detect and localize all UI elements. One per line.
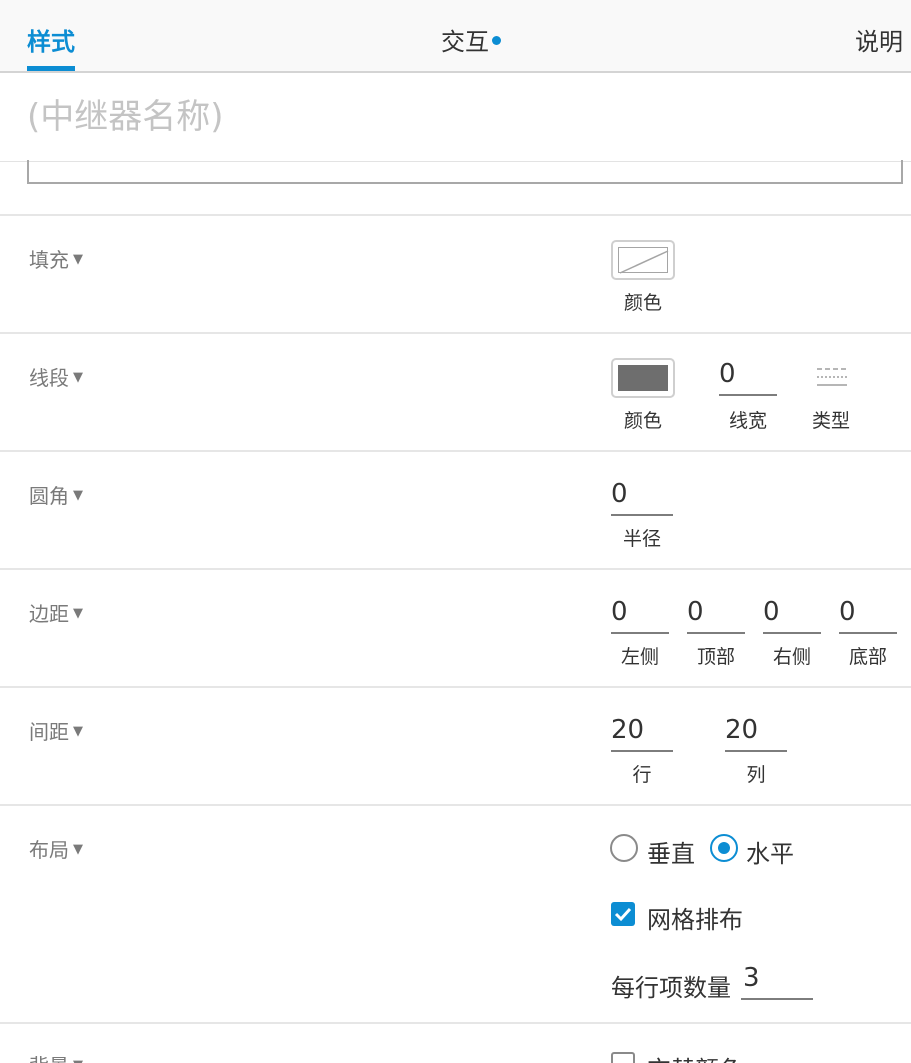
layout-label: 布局	[29, 838, 69, 862]
column-spacing-input[interactable]: 20	[725, 712, 787, 752]
column-spacing-caption: 列	[746, 764, 766, 786]
grid-layout-label: 网格排布	[647, 906, 743, 934]
padding-left-input[interactable]: 0	[611, 594, 669, 634]
fill-label: 填充	[29, 248, 69, 272]
caret-down-icon: ▼	[73, 1058, 83, 1063]
caret-down-icon: ▼	[73, 488, 83, 503]
corner-radius-caption: 半径	[622, 528, 661, 550]
corner-label: 圆角	[29, 484, 69, 508]
items-per-row-input[interactable]: 3	[741, 960, 813, 1000]
stroke-label: 线段	[29, 366, 69, 390]
padding-section-toggle[interactable]: 边距 ▼	[29, 598, 83, 627]
padding-left-caption: 左侧	[620, 646, 659, 668]
items-per-row-label: 每行项数量	[611, 974, 731, 1002]
padding-bottom-caption: 底部	[848, 646, 887, 668]
background-section-toggle[interactable]: 背景 ▼	[29, 1050, 83, 1063]
fill-section: 填充 ▼ 颜色	[0, 214, 911, 332]
spacing-section-toggle[interactable]: 间距 ▼	[29, 716, 83, 745]
background-section: 背景 ▼ 交替颜色	[0, 1022, 911, 1063]
horizontal-radio[interactable]	[710, 834, 738, 862]
description-textarea[interactable]	[27, 160, 903, 184]
padding-right-caption: 右侧	[772, 646, 811, 668]
spacing-section: 间距 ▼ 20 行 20 列	[0, 686, 911, 804]
stroke-color-fill	[618, 365, 668, 391]
repeater-name-input[interactable]	[27, 97, 887, 137]
vertical-radio[interactable]	[610, 834, 638, 862]
stroke-section: 线段 ▼ 颜色 0 线宽 类型	[0, 332, 911, 450]
fill-color-swatch[interactable]	[611, 240, 675, 280]
padding-top-caption: 顶部	[696, 646, 735, 668]
horizontal-label: 水平	[746, 840, 794, 868]
caret-down-icon: ▼	[73, 724, 83, 739]
alternate-color-label: 交替颜色	[647, 1050, 743, 1063]
tab-description[interactable]: 说明	[855, 27, 903, 57]
caret-down-icon: ▼	[73, 842, 83, 857]
layout-section: 布局 ▼ 垂直 水平 网格排布 每行项数量 3	[0, 804, 911, 1022]
name-field-row	[0, 73, 911, 162]
stroke-width-input[interactable]: 0	[719, 356, 777, 396]
tab-interact-label: 交互	[441, 28, 489, 56]
no-fill-slash-icon	[619, 250, 669, 274]
stroke-color-swatch[interactable]	[611, 358, 675, 398]
padding-section: 边距 ▼ 0 左侧 0 顶部 0 右侧 0 底部	[0, 568, 911, 686]
corner-radius-input[interactable]: 0	[611, 476, 673, 516]
fill-color-caption: 颜色	[623, 292, 662, 314]
stroke-color-caption: 颜色	[623, 410, 662, 432]
fill-section-toggle[interactable]: 填充 ▼	[29, 244, 83, 273]
tab-bar: 样式 交互 说明	[0, 0, 911, 73]
vertical-label: 垂直	[647, 840, 695, 868]
background-label: 背景	[29, 1054, 69, 1063]
spacing-label: 间距	[29, 720, 69, 744]
unsaved-dot-icon	[492, 35, 501, 45]
corner-section-toggle[interactable]: 圆角 ▼	[29, 480, 83, 509]
line-type-icon[interactable]	[815, 366, 849, 388]
grid-layout-checkbox[interactable]	[611, 902, 635, 926]
line-type-caption: 类型	[811, 410, 850, 432]
padding-top-input[interactable]: 0	[687, 594, 745, 634]
active-tab-indicator	[27, 66, 75, 71]
caret-down-icon: ▼	[73, 606, 83, 621]
checkmark-icon	[614, 907, 632, 922]
padding-bottom-input[interactable]: 0	[839, 594, 897, 634]
caret-down-icon: ▼	[73, 370, 83, 385]
tab-style[interactable]: 样式	[27, 27, 75, 57]
alternate-color-checkbox[interactable]	[611, 1052, 635, 1063]
layout-section-toggle[interactable]: 布局 ▼	[29, 834, 83, 863]
row-spacing-input[interactable]: 20	[611, 712, 673, 752]
stroke-width-caption: 线宽	[728, 410, 767, 432]
padding-right-input[interactable]: 0	[763, 594, 821, 634]
padding-label: 边距	[29, 602, 69, 626]
row-spacing-caption: 行	[632, 764, 652, 786]
tab-interact[interactable]: 交互	[441, 27, 501, 57]
stroke-section-toggle[interactable]: 线段 ▼	[29, 362, 83, 391]
caret-down-icon: ▼	[73, 252, 83, 267]
corner-section: 圆角 ▼ 0 半径	[0, 450, 911, 568]
